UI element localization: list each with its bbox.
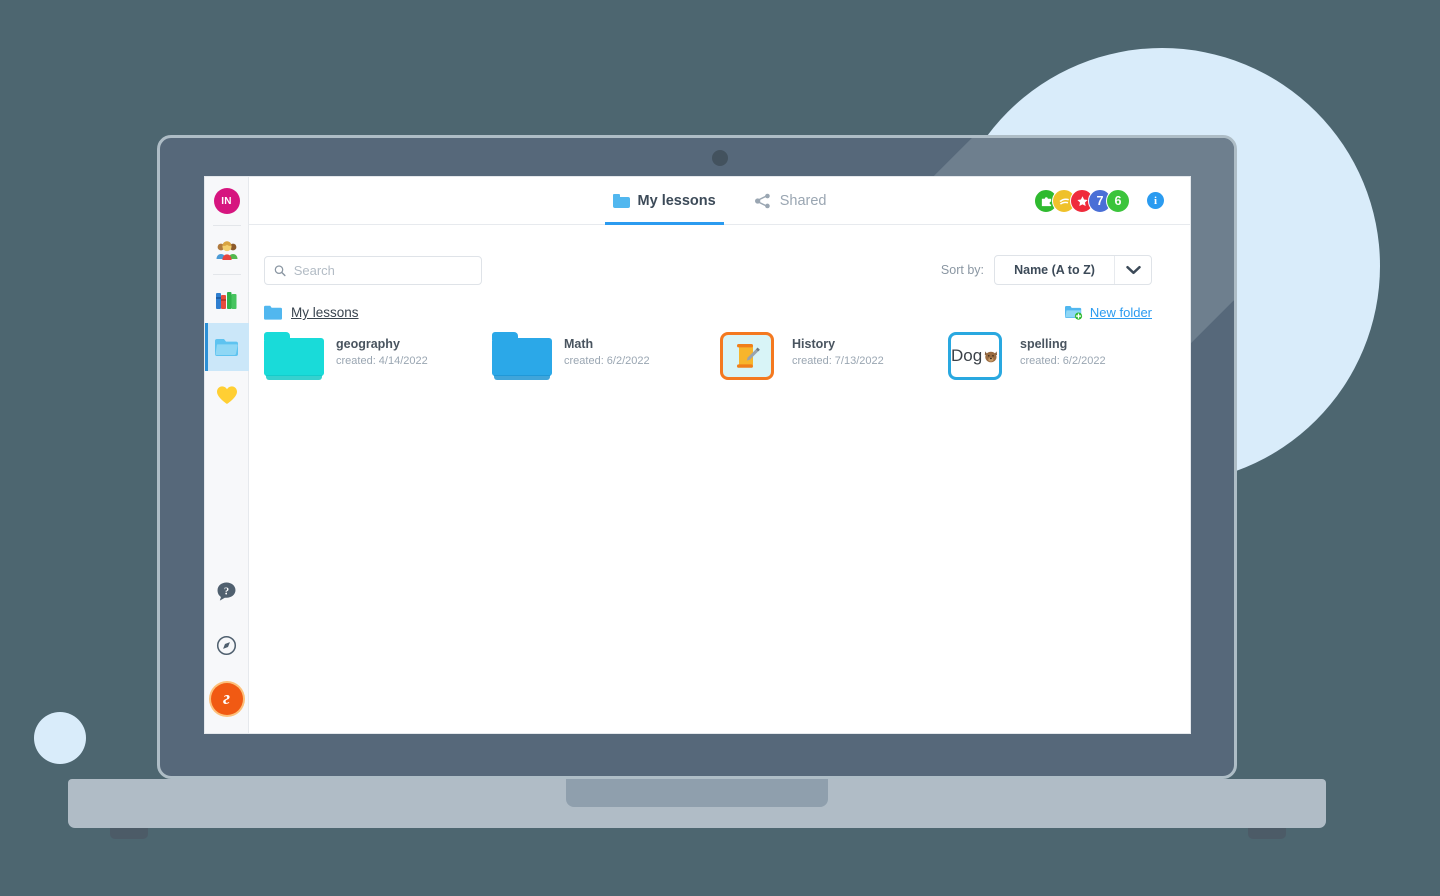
chevron-down-icon[interactable]: [1115, 265, 1151, 275]
sidebar-item-students[interactable]: [205, 226, 249, 274]
search-input[interactable]: [293, 262, 472, 278]
help-bubble-icon: ?: [217, 582, 236, 601]
sort-label: Sort by:: [940, 263, 984, 277]
item-date: created: 6/2/2022: [1020, 355, 1106, 367]
star-icon: [1076, 195, 1088, 206]
item-name: geography: [336, 337, 400, 351]
search-icon: [274, 264, 286, 276]
laptop-base-notch: [566, 779, 828, 807]
share-icon: [754, 193, 770, 208]
folder-shape: [264, 332, 324, 380]
item-name: spelling: [1020, 337, 1068, 351]
lesson-grid: geography created: 4/14/2022 Math create…: [249, 320, 1190, 380]
books-icon: [215, 292, 236, 309]
folder-thumb-math[interactable]: [492, 332, 552, 380]
app-logo[interactable]: г: [205, 675, 249, 723]
new-folder-label: New folder: [1089, 305, 1152, 320]
item-name: History: [792, 337, 836, 351]
app-screen: IN ? г My lessons Shared 7 6 i Search So…: [205, 177, 1190, 733]
grid-item-geography[interactable]: geography created: 4/14/2022: [264, 332, 492, 380]
tab-shared[interactable]: Shared: [746, 177, 835, 224]
sidebar-item-my-lessons[interactable]: [205, 323, 249, 371]
sidebar-item-explore[interactable]: [205, 621, 249, 669]
sidebar-item-help[interactable]: ?: [205, 567, 249, 615]
achievement-badges: 7 6: [1034, 189, 1130, 213]
puzzle-piece-icon: [1041, 196, 1051, 206]
avatar-initials: IN: [213, 188, 240, 214]
chevron-down-glyph: [1125, 265, 1141, 275]
folder-icon: [214, 338, 238, 356]
user-avatar[interactable]: IN: [205, 177, 249, 225]
item-meta: spelling created: 6/2/2022: [1020, 332, 1106, 367]
lesson-thumb-spelling[interactable]: Dog: [948, 332, 1008, 380]
info-icon[interactable]: i: [1147, 192, 1164, 209]
badge-six[interactable]: 6: [1106, 189, 1130, 213]
grid-item-spelling[interactable]: Dog spelling created: 6/2/2022: [948, 332, 1176, 380]
sort-select-value: Name (A to Z): [1014, 263, 1095, 277]
hand-icon: [1058, 197, 1069, 205]
item-date: created: 7/13/2022: [792, 355, 884, 367]
item-meta: geography created: 4/14/2022: [336, 332, 428, 367]
app-sidebar: IN ? г: [205, 177, 249, 733]
sort-select[interactable]: Name (A to Z): [994, 255, 1152, 285]
new-folder-icon: [1064, 306, 1082, 320]
app-content: My lessons Shared 7 6 i Search Sort by: …: [249, 177, 1190, 733]
lesson-thumb-history[interactable]: [720, 332, 780, 380]
dog-face-icon: [984, 350, 998, 362]
tab-bar: My lessons Shared: [604, 177, 835, 225]
scroll-pencil-icon: [737, 344, 760, 368]
sidebar-item-favorites[interactable]: [205, 371, 249, 419]
folder-thumb-geography[interactable]: [264, 332, 324, 380]
breadcrumb-label: My lessons: [291, 305, 359, 320]
app-topbar: My lessons Shared 7 6 i: [249, 177, 1190, 225]
grid-item-history[interactable]: History created: 7/13/2022: [720, 332, 948, 380]
brand-logo-icon: г: [210, 683, 243, 715]
students-icon: [216, 241, 237, 260]
content-toolbar: Sort by: Name (A to Z): [249, 225, 1190, 285]
laptop-foot-right: [1248, 828, 1286, 839]
tab-my-lessons[interactable]: My lessons: [604, 177, 724, 225]
item-date: created: 6/2/2022: [564, 355, 650, 367]
item-name: Math: [564, 337, 594, 351]
svg-text:?: ?: [224, 586, 229, 597]
sidebar-bottom-group: ? г: [205, 567, 249, 733]
compass-icon: [216, 635, 237, 655]
sidebar-item-library[interactable]: [205, 275, 249, 323]
grid-item-math[interactable]: Math created: 6/2/2022: [492, 332, 720, 380]
laptop-mockup: IN ? г My lessons Shared 7 6 i Search So…: [0, 0, 1440, 896]
folder-shape: [492, 332, 552, 380]
folder-icon: [264, 305, 282, 320]
tab-shared-label: Shared: [779, 192, 827, 209]
breadcrumb[interactable]: My lessons: [264, 305, 359, 320]
thumbnail-card: Dog: [948, 332, 1002, 380]
webcam-dot: [712, 150, 728, 166]
new-folder-button[interactable]: New folder: [1064, 305, 1152, 320]
breadcrumb-row: My lessons New folder: [249, 285, 1190, 320]
folder-icon: [612, 193, 630, 208]
thumb-text: Dog: [951, 346, 983, 365]
heart-icon: [216, 386, 237, 404]
laptop-foot-left: [110, 828, 148, 839]
item-meta: Math created: 6/2/2022: [564, 332, 650, 367]
item-meta: History created: 7/13/2022: [792, 332, 884, 367]
tab-my-lessons-label: My lessons: [637, 192, 716, 209]
thumbnail-card: [720, 332, 774, 380]
search-box[interactable]: [264, 255, 482, 285]
item-date: created: 4/14/2022: [336, 355, 428, 367]
sort-control: Sort by: Name (A to Z): [941, 255, 1152, 285]
